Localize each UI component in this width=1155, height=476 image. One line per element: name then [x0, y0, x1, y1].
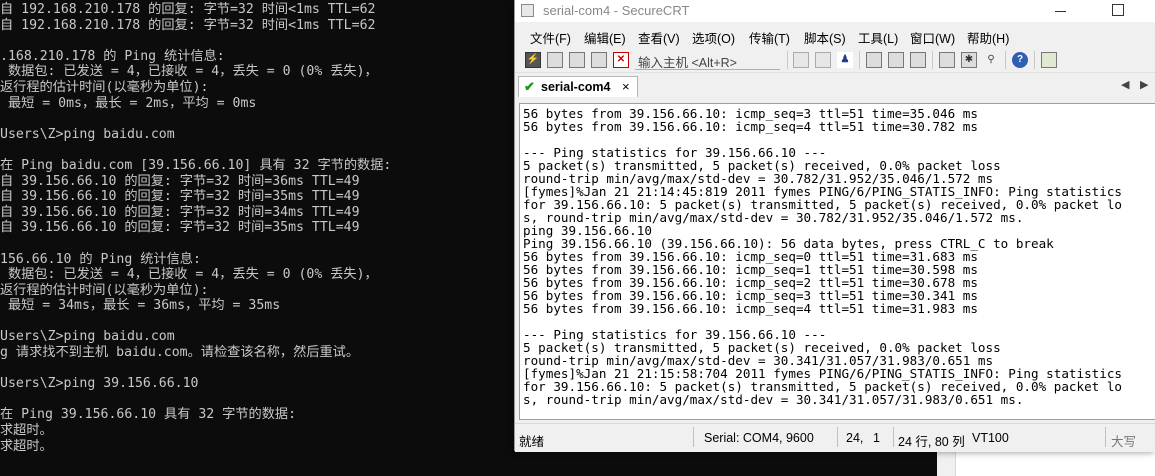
minimize-button[interactable]: [1040, 0, 1080, 22]
quick-connect-icon[interactable]: [547, 52, 563, 68]
tab-scroll-left-icon[interactable]: ◀: [1121, 78, 1129, 91]
app-icon: [521, 4, 534, 17]
status-ready: 就绪: [519, 435, 545, 449]
status-row: 24,: [846, 431, 864, 445]
status-separator: [837, 427, 838, 447]
connected-check-icon: ✔: [524, 79, 535, 94]
reconnect-icon[interactable]: [591, 52, 607, 68]
tab-close-icon[interactable]: ×: [622, 79, 630, 94]
menu-transfer[interactable]: 传输(T): [749, 28, 790, 47]
connect-tab-icon[interactable]: [569, 52, 585, 68]
maximize-button[interactable]: [1100, 0, 1140, 22]
disconnect-icon[interactable]: ✕: [613, 52, 629, 68]
global-options-icon[interactable]: ✱: [961, 52, 977, 68]
print-setup-icon[interactable]: [910, 52, 926, 68]
menu-help[interactable]: 帮助(H): [967, 28, 1009, 47]
menu-view[interactable]: 查看(V): [638, 28, 680, 47]
print-icon[interactable]: [866, 52, 882, 68]
toolbar-separator: [1005, 51, 1006, 69]
terminal-view[interactable]: 56 bytes from 39.156.66.10: icmp_seq=3 t…: [519, 103, 1155, 420]
terminal-output: 56 bytes from 39.156.66.10: icmp_seq=3 t…: [523, 106, 1122, 407]
window-title: serial-com4 - SecureCRT: [543, 3, 690, 18]
securecrt-window[interactable]: serial-com4 - SecureCRT 文件(F) 编辑(E) 查看(V…: [514, 0, 1155, 452]
tab-label: serial-com4: [541, 80, 611, 94]
keymap-icon[interactable]: ⚲: [983, 52, 999, 68]
host-input-underline: [635, 69, 780, 70]
menu-edit[interactable]: 编辑(E): [584, 28, 626, 47]
status-size: 24 行, 80 列: [898, 435, 965, 449]
copy-icon[interactable]: [793, 52, 809, 68]
status-separator: [1105, 427, 1106, 447]
menu-script[interactable]: 脚本(S): [804, 28, 846, 47]
status-caps: 大写: [1111, 435, 1137, 449]
paste-icon[interactable]: [815, 52, 831, 68]
title-bar[interactable]: serial-com4 - SecureCRT: [515, 0, 1155, 22]
find-icon[interactable]: ♟: [837, 52, 853, 68]
status-bar: 就绪 Serial: COM4, 9600 24, 1 24 行, 80 列 V…: [515, 423, 1155, 452]
status-serial: Serial: COM4, 9600: [704, 431, 814, 445]
tab-serial-com4[interactable]: ✔ serial-com4 ×: [518, 76, 638, 97]
print-selection-icon[interactable]: [888, 52, 904, 68]
toolbar-separator: [932, 51, 933, 69]
menu-options[interactable]: 选项(O): [692, 28, 735, 47]
menu-bar: 文件(F) 编辑(E) 查看(V) 选项(O) 传输(T) 脚本(S) 工具(L…: [515, 22, 1155, 48]
toolbar-separator: [1034, 51, 1035, 69]
status-separator: [893, 427, 894, 447]
session-options-icon[interactable]: [939, 52, 955, 68]
status-emulation: VT100: [972, 431, 1009, 445]
tab-bar: ✔ serial-com4 × ◀ ▶: [515, 73, 1155, 97]
help-icon[interactable]: ?: [1012, 52, 1028, 68]
menu-file[interactable]: 文件(F): [530, 28, 571, 47]
status-separator: [693, 427, 694, 447]
sftp-icon[interactable]: [1041, 52, 1057, 68]
toolbar: ⚡ ✕ 输入主机 <Alt+R> ♟ ✱ ⚲ ?: [515, 48, 1155, 73]
menu-tools[interactable]: 工具(L): [858, 28, 898, 47]
tab-scroll-right-icon[interactable]: ▶: [1140, 78, 1148, 91]
toolbar-separator: [787, 51, 788, 69]
menu-window[interactable]: 窗口(W): [910, 28, 955, 47]
connect-icon[interactable]: ⚡: [525, 52, 541, 68]
status-col: 1: [873, 431, 880, 445]
toolbar-separator: [859, 51, 860, 69]
